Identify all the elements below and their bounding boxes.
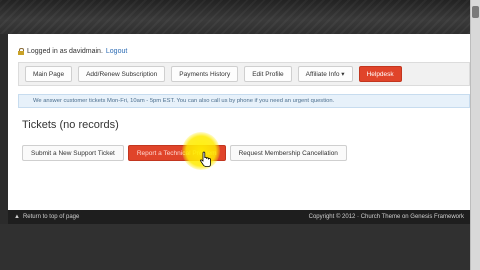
submit-ticket-button[interactable]: Submit a New Support Ticket — [22, 145, 124, 161]
request-cancellation-button[interactable]: Request Membership Cancellation — [229, 145, 347, 161]
login-status: Logged in as davidmain. Logout — [18, 45, 127, 57]
login-text: Logged in as davidmain. — [27, 47, 103, 55]
window-bottom-background — [0, 224, 470, 270]
page-footer: ▲ Return to top of page Copyright © 2012… — [8, 210, 470, 224]
return-to-top-label: Return to top of page — [22, 214, 80, 220]
top-pattern — [0, 0, 480, 34]
vertical-scrollbar[interactable] — [470, 0, 480, 270]
menu-payments-history[interactable]: Payments History — [171, 66, 239, 82]
up-arrow-icon: ▲ — [14, 214, 20, 220]
logout-link[interactable]: Logout — [106, 48, 127, 55]
page-content: Logged in as davidmain. Logout Main Page… — [8, 34, 470, 210]
menu-affiliate-info[interactable]: Affiliate Info ▾ — [297, 66, 353, 82]
main-menu: Main Page Add/Renew Subscription Payment… — [18, 62, 470, 86]
cursor-hand-icon — [200, 151, 211, 167]
support-hours-notice: We answer customer tickets Mon-Fri, 10am… — [18, 94, 470, 108]
menu-helpdesk[interactable]: Helpdesk — [358, 66, 402, 82]
menu-edit-profile[interactable]: Edit Profile — [244, 66, 292, 82]
tickets-heading: Tickets (no records) — [22, 119, 119, 131]
copyright-text: Copyright © 2012 · Church Theme on Genes… — [308, 214, 464, 220]
menu-add-renew-subscription[interactable]: Add/Renew Subscription — [78, 66, 166, 82]
return-to-top-link[interactable]: ▲ Return to top of page — [14, 214, 79, 220]
lock-icon — [18, 47, 24, 55]
scrollbar-thumb[interactable] — [472, 6, 479, 18]
menu-main-page[interactable]: Main Page — [25, 66, 73, 82]
